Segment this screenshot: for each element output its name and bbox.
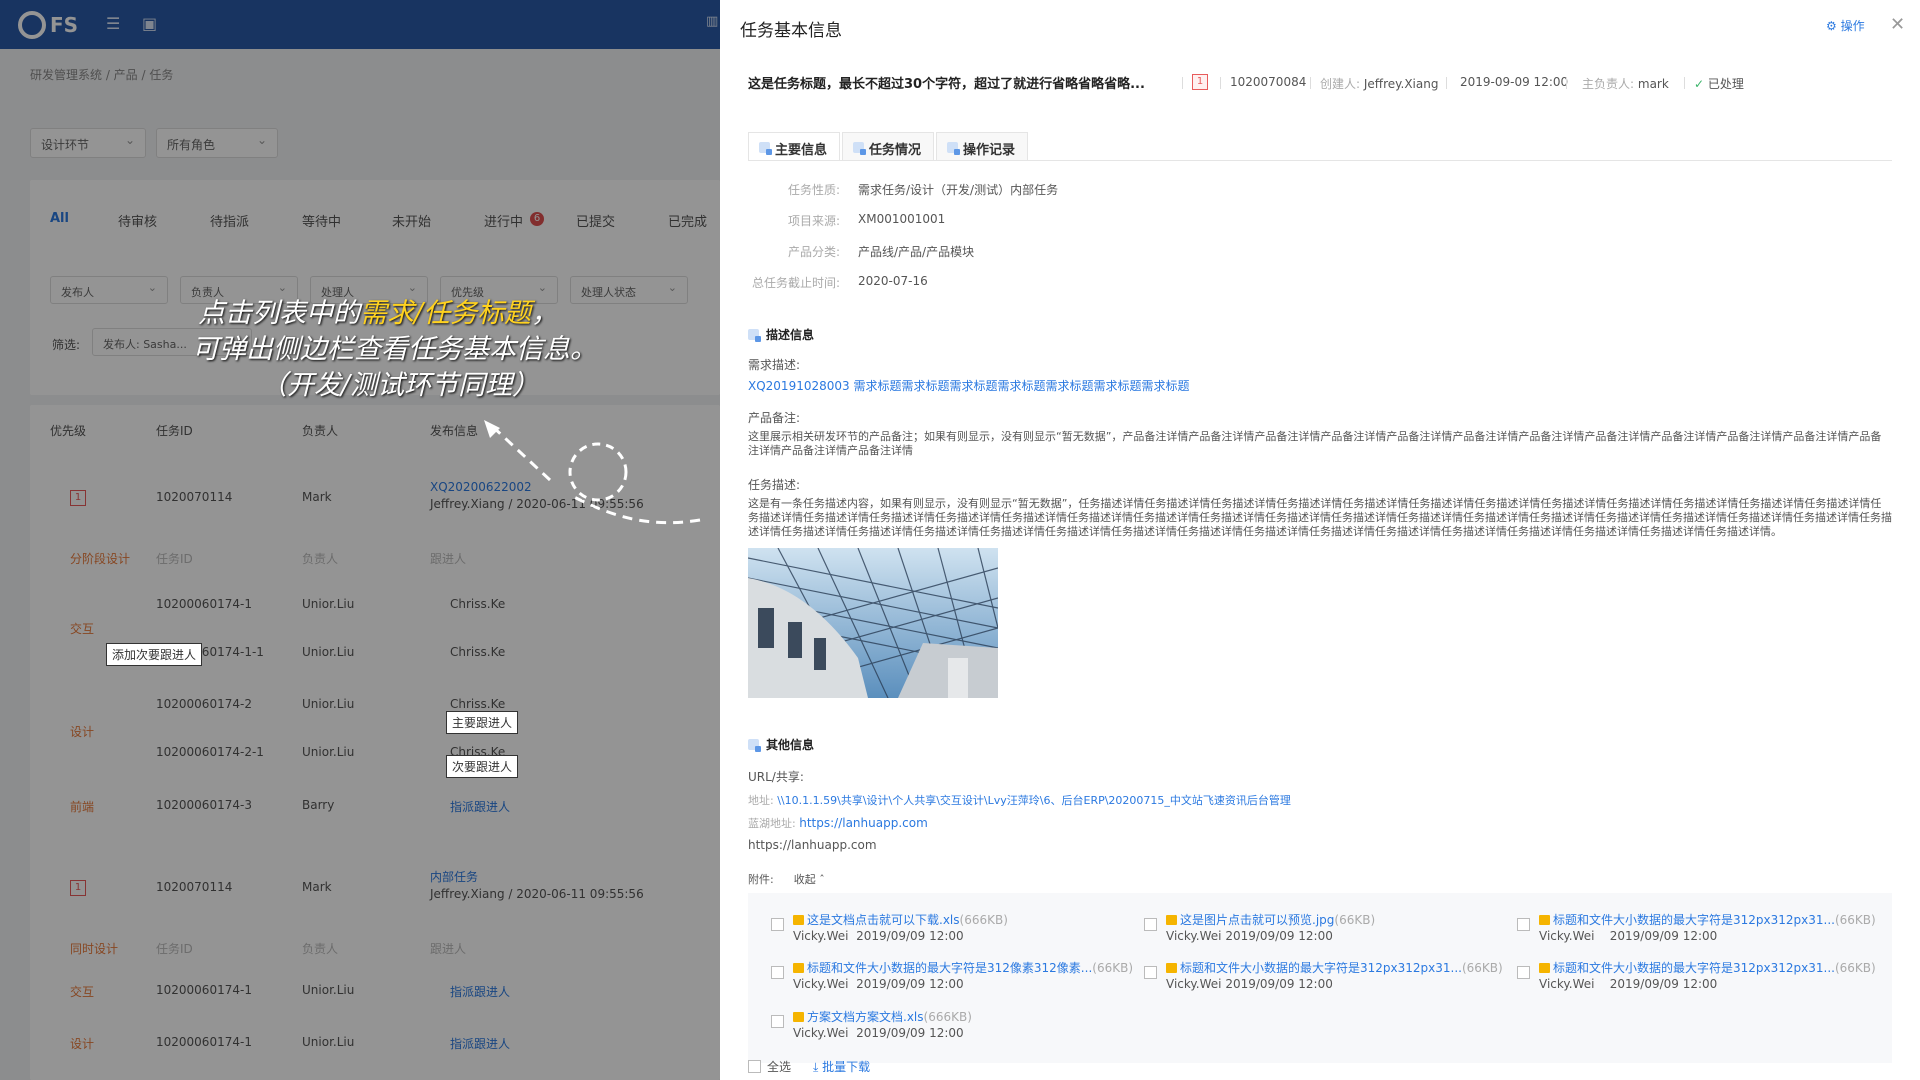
divider: [1446, 77, 1447, 89]
file-icon: [793, 1012, 804, 1022]
attachment-header: 附件: 收起 ˆ: [748, 873, 825, 886]
tab-operation-log[interactable]: 操作记录: [936, 132, 1029, 160]
divider: [1310, 77, 1311, 89]
tab-icon: [853, 142, 867, 155]
attachment-item[interactable]: 这是文档点击就可以下载.xls(666KB) Vicky.Wei 2019/09/…: [771, 912, 1008, 944]
attachment-checkbox[interactable]: [1144, 918, 1157, 931]
chevron-up-icon: ˆ: [819, 873, 825, 886]
attachment-checkbox[interactable]: [771, 918, 784, 931]
divider: [1220, 77, 1221, 89]
task-id: 1020070084: [1230, 75, 1307, 89]
file-icon: [1166, 963, 1177, 973]
divider: [1684, 77, 1685, 89]
section-description: 描述信息: [748, 326, 814, 343]
share-address-link[interactable]: \\10.1.1.59\共享\设计\个人共享\交互设计\Lvy汪萍玲\6、后台E…: [777, 794, 1291, 807]
modal-overlay[interactable]: [0, 0, 720, 1080]
attachment-item[interactable]: 这是图片点击就可以预览.jpg(66KB) Vicky.Wei 2019/09/0…: [1144, 912, 1375, 944]
attachment-item[interactable]: 标题和文件大小数据的最大字符是312px312px31...(66KB) Vick…: [1517, 960, 1876, 992]
section-icon: [748, 329, 761, 342]
tooltip-add-secondary: 添加次要跟进人: [106, 643, 203, 666]
attachment-item[interactable]: 方案文档方案文档.xls(666KB) Vicky.Wei 2019/09/09 …: [771, 1009, 972, 1041]
req-label: 需求描述:: [748, 358, 801, 372]
drawer-title: 任务基本信息: [740, 21, 842, 41]
attachment-checkbox[interactable]: [771, 1015, 784, 1028]
attachment-checkbox[interactable]: [1144, 966, 1157, 979]
task-desc-label: 任务描述:: [748, 478, 801, 492]
section-other: 其他信息: [748, 736, 814, 753]
attachment-checkbox[interactable]: [1517, 918, 1530, 931]
file-icon: [1539, 963, 1550, 973]
tab-underline: [748, 160, 1892, 161]
attachment-footer: 全选 ⤓ 批量下载: [748, 1058, 870, 1075]
tab-main-info[interactable]: 主要信息: [748, 132, 841, 160]
divider: [1566, 77, 1567, 89]
description-image[interactable]: [748, 548, 998, 698]
batch-download-button[interactable]: ⤓ 批量下载: [813, 1058, 870, 1075]
tooltip-main-follow: 主要跟进人: [446, 711, 519, 734]
close-icon[interactable]: ✕: [1890, 14, 1905, 35]
attachment-checkbox[interactable]: [771, 966, 784, 979]
section-icon: [748, 739, 761, 752]
url-label: URL/共享:: [748, 770, 804, 784]
tab-icon: [759, 142, 772, 155]
collapse-toggle[interactable]: 收起 ˆ: [794, 873, 825, 886]
gear-icon: ⚙: [1826, 19, 1841, 33]
lanhu-link[interactable]: https://lanhuapp.com: [799, 816, 928, 830]
file-icon: [793, 963, 804, 973]
image-file-icon: [1166, 915, 1177, 925]
status-badge: ✓ 已处理: [1694, 77, 1744, 91]
select-all-checkbox[interactable]: [748, 1060, 761, 1073]
divider: [1182, 77, 1183, 89]
main-owner: 主负责人: mark: [1582, 77, 1669, 91]
field-value: 2020-07-16: [858, 274, 928, 288]
operation-button[interactable]: ⚙ 操作: [1826, 17, 1865, 34]
prod-label: 产品备注:: [748, 411, 801, 425]
lanhu-address: 蓝湖地址: https://lanhuapp.com: [748, 816, 928, 830]
tab-icon: [947, 142, 961, 155]
field-label: 总任务截止时间:: [751, 276, 840, 290]
task-description: 这是有一条任务描述内容，如果有则显示，没有则显示“暂无数据”，任务描述详情任务描…: [748, 497, 1892, 538]
attachment-item[interactable]: 标题和文件大小数据的最大字符是312像素312像素...(66KB) Vicky.…: [771, 960, 1133, 992]
created-time: 2019-09-09 12:00: [1460, 75, 1569, 89]
tab-task-status[interactable]: 任务情况: [842, 132, 935, 160]
file-icon: [1539, 915, 1550, 925]
field-label: 任务性质:: [787, 183, 840, 197]
url-link[interactable]: https://lanhuapp.com: [748, 838, 877, 852]
drawer-tabs: 主要信息 任务情况 操作记录: [748, 132, 1030, 160]
download-icon: ⤓: [813, 1060, 819, 1074]
task-info-drawer: 任务基本信息 ⚙ 操作 ✕ 这是任务标题，最长不超过30个字符，超过了就进行省略…: [720, 0, 1920, 1080]
share-address: 地址: \\10.1.1.59\共享\设计\个人共享\交互设计\Lvy汪萍玲\6…: [748, 794, 1291, 807]
select-all-label[interactable]: 全选: [767, 1058, 791, 1075]
task-headline[interactable]: 这是任务标题，最长不超过30个字符，超过了就进行省略省略省略...: [748, 73, 1145, 92]
attachment-item[interactable]: 标题和文件大小数据的最大字符是312px312px31...(66KB) Vick…: [1517, 912, 1876, 944]
field-value: XM001001001: [858, 212, 946, 226]
annotation-text: 点击列表中的需求/任务标题， 可弹出侧边栏查看任务基本信息。 （开发/测试环节同…: [192, 298, 597, 401]
product-notes: 这里展示相关研发环节的产品备注；如果有则显示，没有则显示“暂无数据”，产品备注详…: [748, 430, 1882, 457]
priority-badge: 1: [1192, 74, 1208, 90]
field-value: 需求任务/设计（开发/测试）内部任务: [858, 183, 1059, 197]
attachment-item[interactable]: 标题和文件大小数据的最大字符是312px312px31...(66KB) Vick…: [1144, 960, 1503, 992]
annotation-arrow-icon: [484, 420, 701, 525]
tooltip-secondary-follow: 次要跟进人: [446, 755, 519, 778]
creator: 创建人: Jeffrey.Xiang: [1320, 77, 1439, 91]
check-circle-icon: ✓: [1694, 77, 1705, 91]
field-label: 项目来源:: [787, 214, 840, 228]
field-label: 产品分类:: [787, 245, 840, 259]
requirement-link[interactable]: XQ20191028003 需求标题需求标题需求标题需求标题需求标题需求标题需求…: [748, 377, 1189, 394]
field-value: 产品线/产品/产品模块: [858, 245, 975, 259]
file-icon: [793, 915, 804, 925]
attachment-checkbox[interactable]: [1517, 966, 1530, 979]
